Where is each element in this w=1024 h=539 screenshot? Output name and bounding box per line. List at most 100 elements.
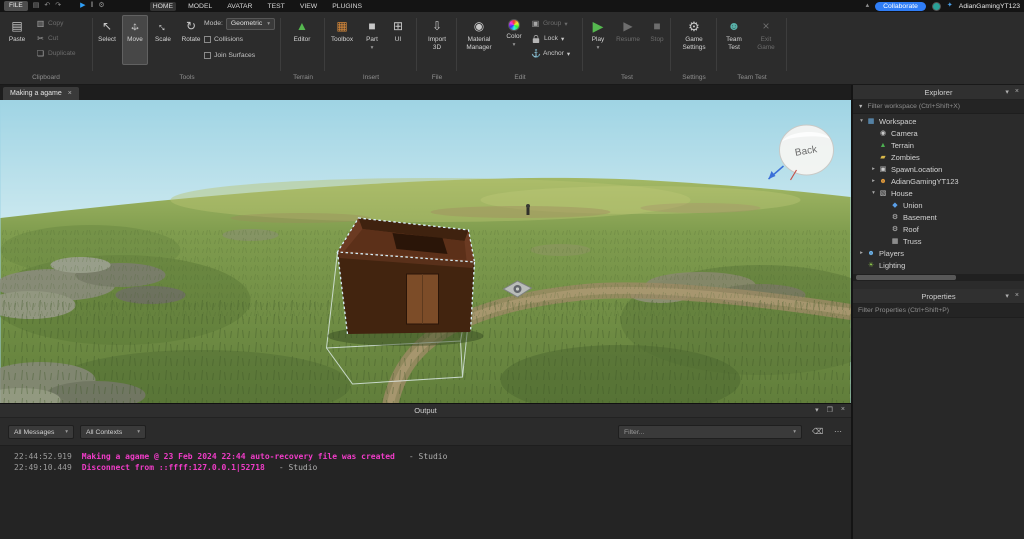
all-contexts-dropdown[interactable]: All Contexts ▾ [80, 425, 146, 439]
output-chevron-down-icon[interactable]: ▾ [815, 406, 819, 414]
part-icon: ■ [368, 19, 375, 34]
menu-tab-home[interactable]: HOME [150, 2, 176, 11]
game-settings-button[interactable]: ⚙ Game Settings [674, 15, 714, 65]
explorer-hscrollbar[interactable] [853, 274, 1024, 281]
save-icon[interactable]: ▤ [33, 1, 40, 11]
paste-button[interactable]: ▤ Paste [4, 15, 30, 65]
tree-item-truss[interactable]: ▦Truss [853, 235, 1024, 247]
log-source: - Studio [279, 463, 318, 472]
expand-arrow-icon[interactable]: ▸ [869, 166, 878, 172]
tree-item-roof[interactable]: ⚙Roof [853, 223, 1024, 235]
scale-tool-button[interactable]: ↔ Scale [150, 15, 176, 65]
menu-tab-avatar[interactable]: AVATAR [224, 2, 255, 11]
undo-icon[interactable]: ↶ [44, 1, 50, 11]
terrain-editor-button[interactable]: ▲ Editor [289, 15, 315, 65]
quick-play-icon[interactable]: ▶ [80, 1, 85, 11]
section-label-settings: Settings [673, 74, 715, 81]
properties-close-icon[interactable]: × [1015, 292, 1019, 300]
properties-filter-input[interactable]: Filter Properties (Ctrl+Shift+P) [853, 304, 1024, 318]
duplicate-button[interactable]: ❏ Duplicate [36, 46, 76, 61]
tree-item-adiangamingyt123[interactable]: ▸☻AdianGamingYT123 [853, 175, 1024, 187]
expand-arrow-icon[interactable]: ▾ [857, 118, 866, 124]
explorer-filter-input[interactable]: ▼ Filter workspace (Ctrl+Shift+X) [853, 100, 1024, 114]
material-manager-button[interactable]: ◉ Material Manager [459, 15, 499, 65]
output-log-list[interactable]: 22:44:52.919Making a agame @ 23 Feb 2024… [0, 446, 851, 539]
expand-arrow-icon[interactable]: ▸ [869, 178, 878, 184]
roblox-studio-window: FILE ▤ ↶ ↷ ▶ ‖ ⚙ HOME MODEL AVATAR TEST VIEW… [0, 0, 1024, 539]
color-button[interactable]: Color ▾ [501, 15, 527, 65]
tree-item-lighting[interactable]: ☀Lighting [853, 259, 1024, 271]
notification-icon[interactable]: ✦ [947, 1, 953, 11]
tree-item-players[interactable]: ▸☻Players [853, 247, 1024, 259]
all-messages-dropdown[interactable]: All Messages ▾ [8, 425, 74, 439]
mode-dropdown[interactable]: Geometric ▾ [226, 18, 275, 30]
tree-item-basement[interactable]: ⚙Basement [853, 211, 1024, 223]
explorer-hscrollbar-thumb[interactable] [856, 275, 956, 280]
collaborate-button[interactable]: Collaborate [875, 2, 926, 11]
clear-output-icon[interactable]: ⌫ [812, 427, 823, 436]
tree-item-terrain[interactable]: ▲Terrain [853, 139, 1024, 151]
group-dropdown-icon[interactable]: ▾ [564, 20, 567, 28]
menu-tab-model[interactable]: MODEL [185, 2, 215, 11]
menu-tab-plugins[interactable]: PLUGINS [329, 2, 365, 11]
players-icon: ☻ [866, 250, 876, 257]
properties-chevron-down-icon[interactable]: ▾ [1005, 292, 1009, 300]
menu-tab-view[interactable]: VIEW [297, 2, 320, 11]
expand-arrow-icon[interactable]: ▾ [869, 190, 878, 196]
tree-item-camera[interactable]: ◉Camera [853, 127, 1024, 139]
viewport-3d[interactable]: Back [0, 100, 851, 403]
expand-arrow-icon[interactable]: ▸ [857, 250, 866, 256]
output-float-icon[interactable]: ❐ [827, 406, 833, 414]
cut-button[interactable]: ✂ Cut [36, 31, 76, 46]
anchor-button[interactable]: ⚓ Anchor ▾ [531, 46, 570, 61]
menu-tab-test[interactable]: TEST [264, 2, 287, 11]
play-button[interactable]: ▶ Play ▾ [585, 15, 611, 65]
join-surfaces-checkbox[interactable] [204, 52, 211, 59]
explorer-close-icon[interactable]: × [1015, 88, 1019, 96]
move-tool-button[interactable]: ↔ ↕ Move [122, 15, 148, 65]
ui-button[interactable]: ⊞ UI [387, 15, 409, 65]
quick-pause-icon[interactable]: ‖ [91, 1, 94, 11]
explorer-chevron-down-icon[interactable]: ▾ [1005, 88, 1009, 96]
color-dropdown-icon[interactable]: ▾ [513, 42, 516, 48]
import-3d-button[interactable]: ⇩ Import 3D [422, 15, 452, 65]
rotate-tool-button[interactable]: ↻ Rotate [178, 15, 204, 65]
quick-settings-icon[interactable]: ⚙ [98, 1, 104, 11]
group-button[interactable]: ▣ Group ▾ [531, 16, 570, 31]
part-button[interactable]: ■ Part ▾ [359, 15, 385, 65]
stop-button[interactable]: ■ Stop [645, 15, 669, 65]
chevron-up-icon[interactable]: ▴ [866, 1, 870, 11]
copy-button[interactable]: ▥ Copy [36, 16, 76, 31]
tree-item-label: SpawnLocation [891, 165, 942, 174]
tree-item-label: Roof [903, 225, 919, 234]
select-tool-button[interactable]: ↖ Select [94, 15, 120, 65]
tree-item-spawnlocation[interactable]: ▸▣SpawnLocation [853, 163, 1024, 175]
tree-item-zombies[interactable]: ▰Zombies [853, 151, 1024, 163]
lock-dropdown-icon[interactable]: ▾ [561, 35, 564, 43]
ui-icon: ⊞ [393, 19, 403, 34]
house-model[interactable] [328, 218, 484, 346]
toolbox-button[interactable]: ▦ Toolbox [327, 15, 357, 65]
file-menu-button[interactable]: FILE [4, 1, 28, 11]
exit-game-button[interactable]: × Exit Game [751, 15, 781, 65]
scale-label: Scale [155, 36, 171, 44]
play-dropdown-icon[interactable]: ▾ [597, 45, 600, 51]
avatar[interactable] [932, 2, 941, 11]
part-dropdown-icon[interactable]: ▾ [371, 45, 374, 51]
log-message: Disconnect from ::ffff:127.0.0.1|52718 [82, 463, 265, 472]
tree-item-workspace[interactable]: ▾▦Workspace [853, 115, 1024, 127]
output-filter-input[interactable]: Filter... ▾ [618, 425, 802, 439]
resume-button[interactable]: ▶ Resume [613, 15, 643, 65]
redo-icon[interactable]: ↷ [55, 1, 61, 11]
document-tab[interactable]: Making a agame × [3, 87, 79, 100]
output-close-icon[interactable]: × [841, 406, 845, 414]
close-tab-icon[interactable]: × [68, 90, 72, 97]
tree-item-house[interactable]: ▾▧House [853, 187, 1024, 199]
team-test-button[interactable]: ☻ Team Test [719, 15, 749, 65]
ribbon-group-terrain: ▲ Editor Terrain [283, 12, 323, 84]
tree-item-union[interactable]: ◆Union [853, 199, 1024, 211]
anchor-dropdown-icon[interactable]: ▾ [567, 50, 570, 58]
collisions-checkbox[interactable] [204, 36, 211, 43]
more-options-icon[interactable]: ⋯ [834, 427, 842, 436]
lock-button[interactable]: Lock ▾ [531, 31, 570, 46]
